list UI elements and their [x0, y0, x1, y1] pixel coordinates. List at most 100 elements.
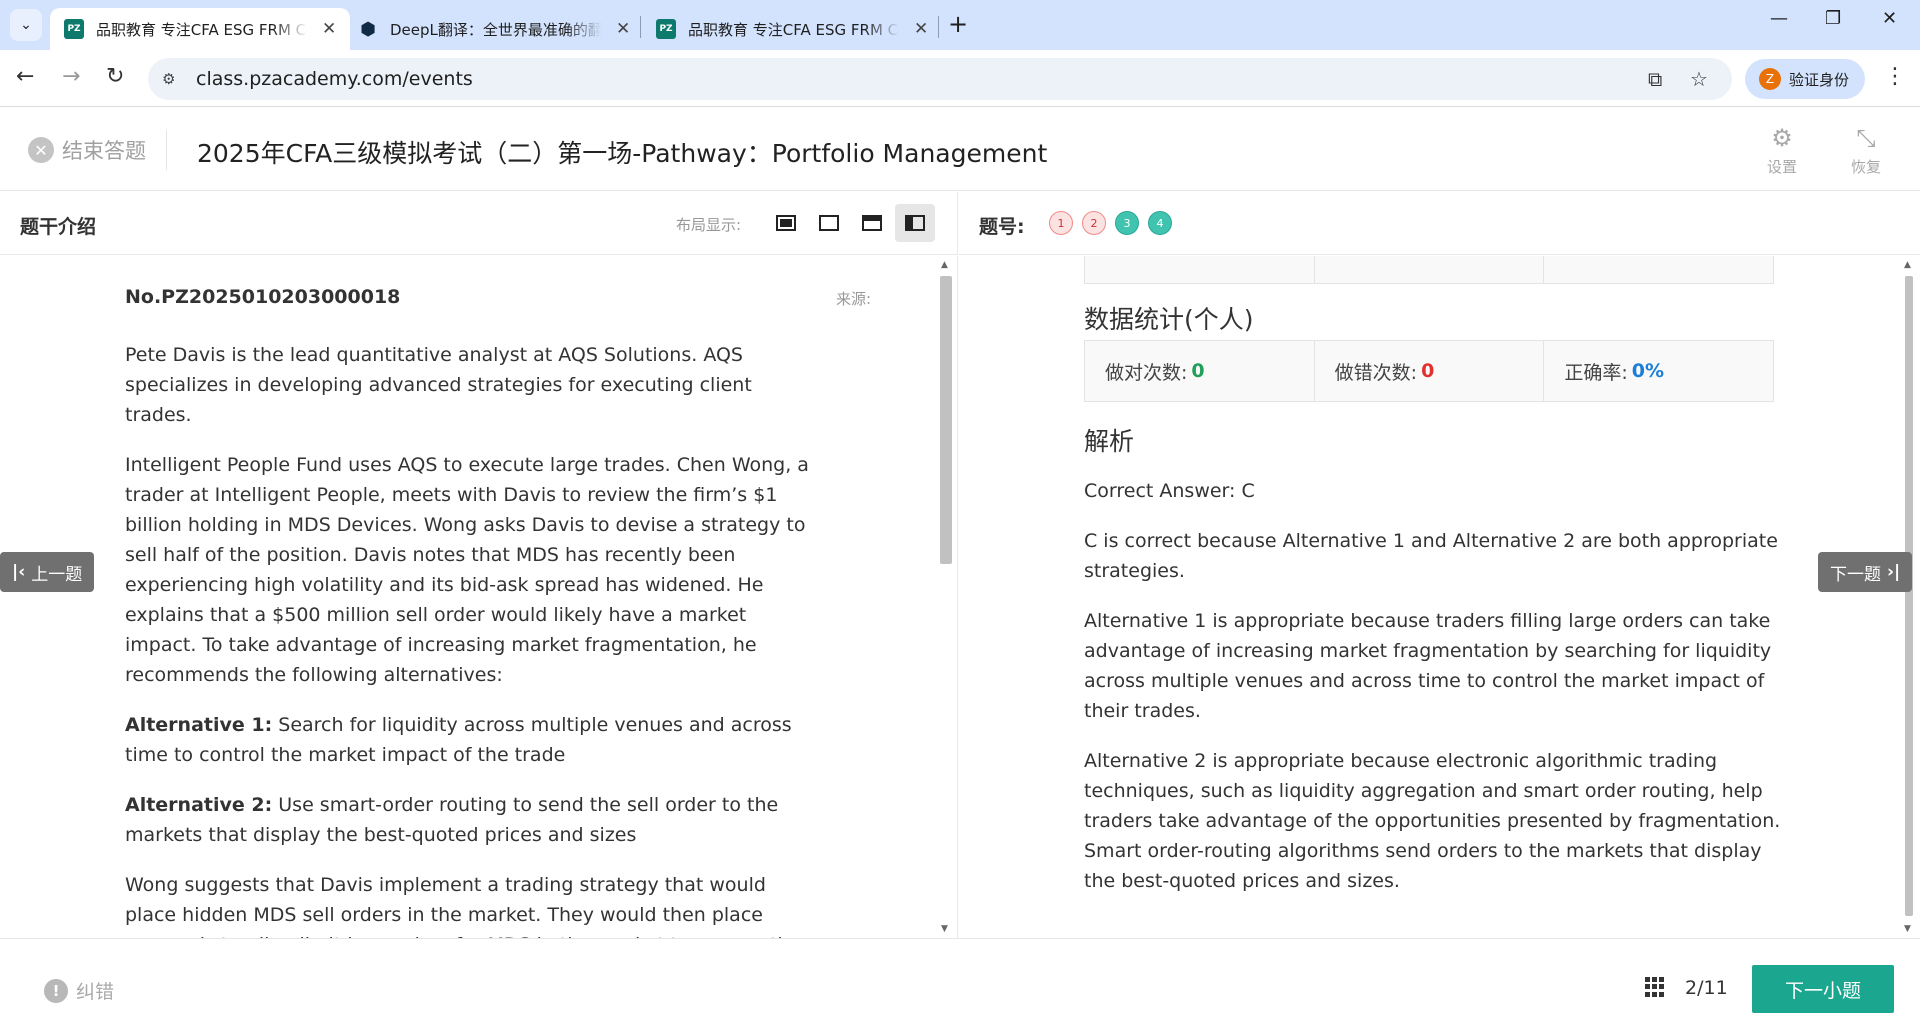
accuracy-label: 正确率: — [1564, 361, 1628, 384]
layout-top-button[interactable] — [852, 204, 892, 242]
question-dot-2[interactable]: 2 — [1082, 211, 1106, 235]
browser-tab-2[interactable]: ⬢ DeepL翻译：全世界最准确的翻译 ✕ — [344, 8, 644, 50]
question-nav-bar: 题号: 1 2 3 4 — [959, 192, 1920, 255]
profile-button[interactable]: Z 验证身份 — [1745, 59, 1865, 99]
question-dot-4[interactable]: 4 — [1148, 211, 1172, 235]
back-icon[interactable]: ← — [16, 64, 34, 89]
accuracy-value: 0% — [1631, 360, 1665, 382]
layout-top-icon — [862, 215, 882, 231]
new-tab-icon[interactable]: + — [948, 10, 968, 38]
alternative-2-label: Alternative 2: — [125, 794, 273, 816]
question-progress: 2/11 — [1685, 977, 1728, 999]
correct-count-value: 0 — [1191, 360, 1205, 382]
stem-paragraph: Alternative 1: Search for liquidity acro… — [125, 710, 815, 770]
bookmark-star-icon[interactable]: ☆ — [1690, 67, 1708, 91]
correct-count-label: 做对次数: — [1105, 361, 1188, 384]
scroll-up-icon[interactable]: ▲ — [1904, 260, 1911, 270]
analysis-pane: 数据统计(个人) 做对次数: 0 做错次数: 0 正确率: 0% 解析 Corr… — [959, 256, 1902, 938]
tab-title: 品职教育 专注CFA ESG FRM CPA — [688, 18, 900, 40]
close-icon[interactable]: ✕ — [914, 19, 928, 39]
last-page-icon: ›| — [1887, 562, 1901, 582]
personal-stats-title: 数据统计(个人) — [1084, 305, 1254, 334]
tab-title: DeepL翻译：全世界最准确的翻译 — [390, 18, 602, 40]
analysis-paragraph: C is correct because Alternative 1 and A… — [1084, 530, 1778, 582]
restore-label: 恢复 — [1850, 158, 1881, 176]
layout-empty-icon — [819, 215, 839, 231]
scrollbar-thumb[interactable] — [1905, 276, 1913, 916]
browser-tab-3[interactable]: PZ 品职教育 专注CFA ESG FRM CPA ✕ — [642, 8, 942, 50]
stem-paragraph: Pete Davis is the lead quantitative anal… — [125, 344, 752, 426]
footer-bar: ! 纠错 2/11 下一小题 — [0, 938, 1920, 1030]
tab-divider — [938, 16, 939, 38]
analysis-scrollbar[interactable]: ▲ ▼ — [1900, 256, 1918, 938]
wrong-count-label: 做错次数: — [1334, 361, 1418, 384]
previous-question-label: 上一题 — [31, 564, 83, 585]
analysis-title: 解析 — [1084, 427, 1135, 456]
correct-count-cell: 做对次数: 0 — [1085, 341, 1315, 401]
close-icon[interactable]: ✕ — [616, 19, 630, 39]
collapse-icon: ⤡ — [1856, 124, 1876, 152]
stem-paragraph: Wong suggests that Davis implement a tra… — [125, 874, 801, 938]
tab-divider — [640, 16, 641, 38]
scroll-up-icon[interactable]: ▲ — [941, 260, 948, 270]
browser-tab-1[interactable]: PZ 品职教育 专注CFA ESG FRM CPA ✕ — [50, 8, 351, 50]
correct-answer: Correct Answer: C — [1084, 480, 1255, 502]
analysis-paragraph: Alternative 2 is appropriate because ele… — [1084, 750, 1781, 892]
previous-question-button[interactable]: |‹ 上一题 — [0, 552, 95, 592]
site-info-icon[interactable]: ⚙ — [162, 70, 182, 88]
section-title: 题干介绍 — [20, 216, 97, 238]
avatar: Z — [1759, 68, 1781, 90]
question-stem-pane: No.PZ2025010203000018 来源: Pete Davis is … — [0, 256, 958, 938]
exclamation-icon: ! — [44, 978, 68, 1003]
scroll-down-icon[interactable]: ▼ — [941, 924, 948, 934]
stem-paragraph: Intelligent People Fund uses AQS to exec… — [125, 454, 809, 686]
report-error-label: 纠错 — [76, 981, 115, 1003]
question-dot-1[interactable]: 1 — [1049, 211, 1073, 235]
layout-split-icon — [905, 215, 925, 231]
translate-icon[interactable]: ⧉ — [1648, 67, 1662, 91]
layout-full-button[interactable] — [766, 204, 806, 242]
question-grid-icon[interactable] — [1645, 977, 1665, 997]
page-title: 2025年CFA三级模拟考试（二）第一场-Pathway：Portfolio M… — [197, 139, 1048, 168]
chevron-down-icon: ⌄ — [20, 17, 32, 33]
menu-icon[interactable]: ⋮ — [1884, 64, 1906, 89]
close-icon[interactable]: ✕ — [322, 19, 336, 39]
report-error-button[interactable]: ! 纠错 — [44, 977, 114, 1004]
stem-scrollbar[interactable]: ▲ ▼ — [937, 256, 955, 938]
analysis-text: Correct Answer: C C is correct because A… — [1084, 476, 1784, 916]
scrollbar-thumb[interactable] — [940, 276, 952, 564]
question-dot-3[interactable]: 3 — [1115, 211, 1139, 235]
settings-label: 设置 — [1766, 158, 1797, 176]
close-window-icon[interactable]: ✕ — [1882, 8, 1897, 29]
layout-empty-button[interactable] — [809, 204, 849, 242]
tab-title: 品职教育 专注CFA ESG FRM CPA — [96, 18, 308, 40]
forward-icon[interactable]: → — [62, 64, 80, 89]
deepl-favicon-icon: ⬢ — [360, 18, 376, 40]
reload-icon[interactable]: ↻ — [106, 64, 124, 89]
minimize-icon[interactable]: — — [1770, 8, 1788, 29]
tab-search-button[interactable]: ⌄ — [10, 9, 42, 41]
question-stem-text: Pete Davis is the lead quantitative anal… — [125, 340, 815, 938]
scroll-down-icon[interactable]: ▼ — [1904, 924, 1911, 934]
pz-favicon-icon: PZ — [64, 19, 84, 39]
url-text[interactable]: class.pzacademy.com/events — [196, 68, 473, 90]
restore-window-icon[interactable]: ❐ — [1825, 8, 1841, 29]
source-label: 来源: — [836, 290, 872, 308]
gear-icon: ⚙ — [1771, 124, 1793, 152]
alternative-1-label: Alternative 1: — [125, 714, 273, 736]
browser-tab-bar: ⌄ PZ 品职教育 专注CFA ESG FRM CPA ✕ ⬢ DeepL翻译：… — [0, 0, 1920, 50]
next-question-button[interactable]: 下一题 ›| — [1818, 552, 1913, 592]
layout-split-button[interactable] — [895, 204, 935, 242]
stats-cell — [1315, 256, 1545, 283]
first-page-icon: |‹ — [12, 562, 26, 582]
end-answer-button[interactable]: ✕ 结束答题 — [28, 135, 146, 165]
next-subquestion-button[interactable]: 下一小题 — [1752, 965, 1894, 1013]
restore-button[interactable]: ⤡ 恢复 — [1836, 124, 1896, 177]
settings-button[interactable]: ⚙ 设置 — [1752, 124, 1812, 177]
stem-paragraph: Alternative 2: Use smart-order routing t… — [125, 790, 815, 850]
close-circle-icon: ✕ — [28, 137, 54, 163]
stats-row-overall — [1084, 256, 1774, 284]
address-bar[interactable]: ⚙ class.pzacademy.com/events ⧉ ☆ — [148, 58, 1732, 100]
personal-stats-row: 做对次数: 0 做错次数: 0 正确率: 0% — [1084, 340, 1774, 402]
next-question-label: 下一题 — [1830, 564, 1881, 585]
